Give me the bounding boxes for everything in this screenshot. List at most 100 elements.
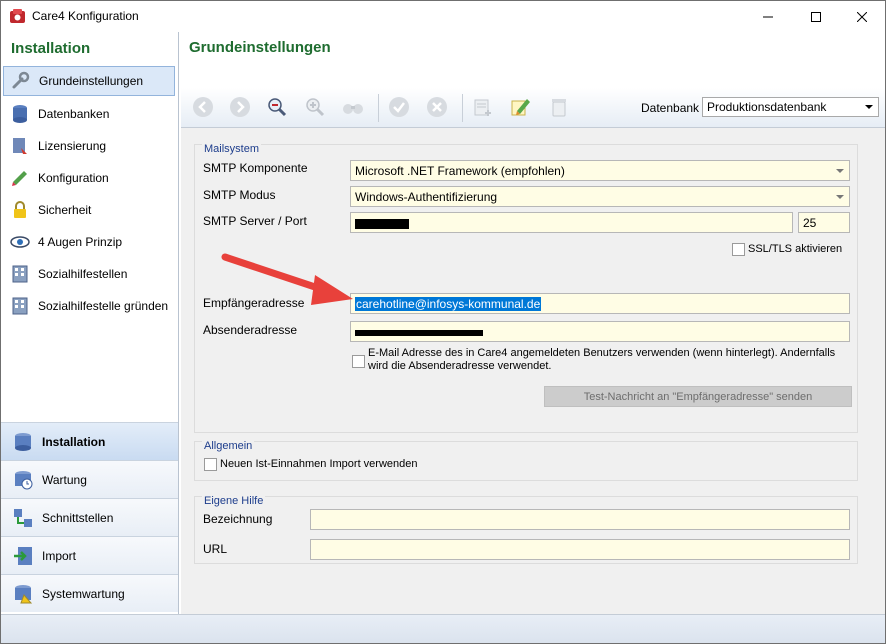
sidebar-item-label: Konfiguration <box>38 171 109 185</box>
recipient-label: Empfängeradresse <box>203 296 305 310</box>
window-title: Care4 Konfiguration <box>32 9 139 23</box>
sidebar-item-konfiguration[interactable]: Konfiguration <box>3 163 175 193</box>
help-name-input[interactable] <box>310 509 850 530</box>
recipient-value: carehotline@infosys-kommunal.de <box>355 297 542 311</box>
forward-button[interactable] <box>228 96 252 120</box>
mailsystem-group-title: Mailsystem <box>202 143 262 155</box>
smtp-mode-select[interactable]: Windows-Authentifizierung <box>350 186 850 207</box>
section-installation[interactable]: Installation <box>1 422 178 460</box>
import-icon <box>11 544 35 568</box>
smtp-port-input[interactable]: 25 <box>798 212 850 233</box>
smtp-mode-label: SMTP Modus <box>203 188 276 202</box>
sidebar-item-sozialhilfestellen[interactable]: Sozialhilfestellen <box>3 259 175 289</box>
database-select[interactable]: Produktionsdatenbank <box>702 97 879 117</box>
title-bar: Care4 Konfiguration <box>1 1 885 32</box>
use-user-email-checkbox[interactable] <box>352 355 365 368</box>
section-systemwartung[interactable]: Systemwartung <box>1 574 178 612</box>
app-window: Care4 Konfiguration Installation Grundei… <box>0 0 886 644</box>
main-panel: Grundeinstellungen Datenbank Produktions… <box>181 32 885 614</box>
toolbar: Datenbank Produktionsdatenbank <box>181 88 885 128</box>
building-icon <box>9 263 31 285</box>
cancel-button[interactable] <box>425 96 449 120</box>
section-import[interactable]: Import <box>1 536 178 574</box>
section-schnittstellen[interactable]: Schnittstellen <box>1 498 178 536</box>
smtp-mode-value: Windows-Authentifizierung <box>355 190 498 204</box>
sidebar-item-datenbanken[interactable]: Datenbanken <box>3 99 175 129</box>
new-import-checkbox[interactable] <box>204 458 217 471</box>
ssl-checkbox[interactable] <box>732 243 745 256</box>
maximize-icon <box>811 11 821 22</box>
maximize-button[interactable] <box>793 1 839 32</box>
interface-icon <box>11 506 35 530</box>
ssl-label: SSL/TLS aktivieren <box>748 243 843 255</box>
smtp-server-label: SMTP Server / Port <box>203 214 307 228</box>
section-label: Schnittstellen <box>42 510 114 525</box>
smtp-component-select[interactable]: Microsoft .NET Framework (empfohlen) <box>350 160 850 181</box>
back-icon <box>192 96 214 121</box>
help-group: Eigene Hilfe Bezeichnung URL <box>194 495 858 564</box>
sidebar-item-label: Grundeinstellungen <box>39 74 144 88</box>
sidebar-header: Installation <box>11 40 91 57</box>
sidebar-item-sozialhilfestelle-gruenden[interactable]: Sozialhilfestelle gründen <box>3 291 175 321</box>
system-maintenance-icon <box>11 582 35 606</box>
edit-button[interactable] <box>508 96 532 120</box>
new-document-icon <box>472 96 494 121</box>
database-label: Datenbank <box>641 101 700 115</box>
delete-icon <box>548 96 570 121</box>
chevron-down-icon <box>832 188 848 205</box>
smtp-port-value: 25 <box>803 216 817 230</box>
smtp-server-input[interactable] <box>350 212 793 233</box>
chevron-down-icon <box>862 100 876 114</box>
page-title: Grundeinstellungen <box>189 39 331 56</box>
sidebar-item-label: Sicherheit <box>38 203 92 217</box>
close-icon <box>857 11 867 22</box>
smtp-component-label: SMTP Komponente <box>203 161 308 175</box>
section-label: Installation <box>42 434 106 449</box>
sender-input[interactable] <box>350 321 850 342</box>
sidebar-item-label: Sozialhilfestellen <box>38 267 128 281</box>
general-group: Allgemein Neuen Ist-Einnahmen Import ver… <box>194 440 858 481</box>
database-icon <box>9 103 31 125</box>
help-group-title: Eigene Hilfe <box>202 495 266 507</box>
new-document-button[interactable] <box>471 96 495 120</box>
sidebar-item-lizensierung[interactable]: Lizensierung <box>3 131 175 161</box>
cancel-icon <box>426 96 448 121</box>
help-url-label: URL <box>203 542 228 556</box>
minimize-icon <box>763 12 773 22</box>
eye-icon <box>9 231 31 253</box>
redacted-value <box>355 329 483 336</box>
sidebar-item-4-augen-prinzip[interactable]: 4 Augen Prinzip <box>3 227 175 257</box>
database-install-icon <box>11 430 35 454</box>
redacted-value <box>355 218 409 229</box>
send-test-message-button[interactable]: Test-Nachricht an "Empfängeradresse" sen… <box>544 386 852 407</box>
help-name-label: Bezeichnung <box>203 512 273 526</box>
mailsystem-group: Mailsystem SMTP Komponente Microsoft .NE… <box>194 143 858 433</box>
maintenance-icon <box>11 468 35 492</box>
status-bar <box>1 614 885 643</box>
main-header: Grundeinstellungen <box>181 32 885 88</box>
minimize-button[interactable] <box>745 1 791 32</box>
smtp-component-value: Microsoft .NET Framework (empfohlen) <box>355 164 565 178</box>
use-user-email-label: E-Mail Adresse des in Care4 angemeldeten… <box>368 347 836 372</box>
sidebar-item-label: Datenbanken <box>38 107 110 121</box>
care4-app-icon <box>9 8 26 25</box>
zoom-in-button[interactable] <box>303 96 327 120</box>
sidebar-item-label: Sozialhilfestelle gründen <box>38 299 169 313</box>
toolbar-separator <box>462 94 463 122</box>
wrench-icon <box>10 70 32 92</box>
delete-button[interactable] <box>547 96 571 120</box>
search-button[interactable] <box>341 96 365 120</box>
section-label: Wartung <box>42 472 87 487</box>
help-url-input[interactable] <box>310 539 850 560</box>
back-button[interactable] <box>191 96 215 120</box>
sidebar-item-sicherheit[interactable]: Sicherheit <box>3 195 175 225</box>
recipient-input[interactable]: carehotline@infosys-kommunal.de <box>350 293 850 314</box>
zoom-out-button[interactable] <box>265 96 289 120</box>
sidebar-item-grundeinstellungen[interactable]: Grundeinstellungen <box>3 66 175 96</box>
close-button[interactable] <box>839 1 885 32</box>
section-label: Import <box>42 548 77 563</box>
sidebar-item-label: 4 Augen Prinzip <box>38 235 123 249</box>
confirm-button[interactable] <box>387 96 411 120</box>
section-wartung[interactable]: Wartung <box>1 460 178 498</box>
edit-icon <box>509 96 531 121</box>
